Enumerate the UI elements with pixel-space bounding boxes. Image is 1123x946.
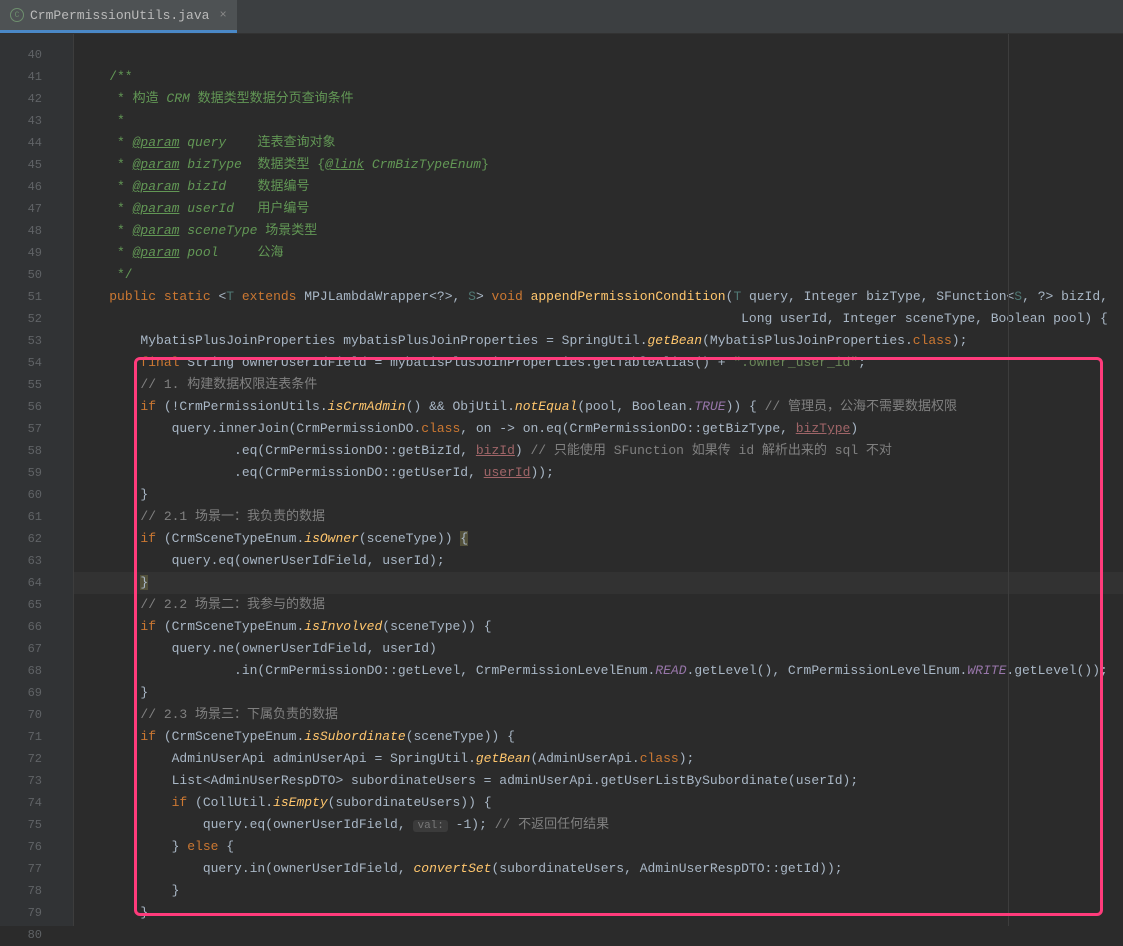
line-number: 61 (0, 506, 60, 528)
code-line: * @param query 连表查询对象 (74, 132, 1123, 154)
line-number: 74 (0, 792, 60, 814)
code-line: public static <T extends MPJLambdaWrappe… (74, 286, 1123, 308)
line-number: 66 (0, 616, 60, 638)
line-number: 76 (0, 836, 60, 858)
line-number: 45 (0, 154, 60, 176)
line-number: 77 (0, 858, 60, 880)
line-number: 80 (0, 924, 60, 946)
line-number: 67 (0, 638, 60, 660)
code-line: if (CollUtil.isEmpty(subordinateUsers)) … (74, 792, 1123, 814)
line-number: 55 (0, 374, 60, 396)
line-number: 56 (0, 396, 60, 418)
code-line: } (74, 880, 1123, 902)
code-line: } (74, 902, 1123, 924)
line-number: 40 (0, 44, 60, 66)
code-line: * @param pool 公海 (74, 242, 1123, 264)
code-line: .eq(CrmPermissionDO::getBizId, bizId) //… (74, 440, 1123, 462)
line-number: 69 (0, 682, 60, 704)
code-line: // 2.1 场景一：我负责的数据 (74, 506, 1123, 528)
line-number: 72 (0, 748, 60, 770)
code-area[interactable]: /** * 构造 CRM 数据类型数据分页查询条件 * * @param que… (74, 34, 1123, 926)
code-line: if (CrmSceneTypeEnum.isInvolved(sceneTyp… (74, 616, 1123, 638)
line-number: 46 (0, 176, 60, 198)
code-line: query.innerJoin(CrmPermissionDO.class, o… (74, 418, 1123, 440)
line-number: 49 (0, 242, 60, 264)
line-number: 41 (0, 66, 60, 88)
line-number: 78 (0, 880, 60, 902)
tab-bar: C CrmPermissionUtils.java × (0, 0, 1123, 34)
code-line: .in(CrmPermissionDO::getLevel, CrmPermis… (74, 660, 1123, 682)
code-line: if (CrmSceneTypeEnum.isOwner(sceneType))… (74, 528, 1123, 550)
line-number: 79 (0, 902, 60, 924)
code-line: * (74, 110, 1123, 132)
line-number: 48 (0, 220, 60, 242)
close-icon[interactable]: × (219, 8, 226, 22)
code-line: query.ne(ownerUserIdField, userId) (74, 638, 1123, 660)
line-number: 51 (0, 286, 60, 308)
code-line: AdminUserApi adminUserApi = SpringUtil.g… (74, 748, 1123, 770)
code-line: // 1. 构建数据权限连表条件 (74, 374, 1123, 396)
line-number: 63 (0, 550, 60, 572)
tab-filename: CrmPermissionUtils.java (30, 8, 209, 23)
code-line: * @param bizType 数据类型 {@link CrmBizTypeE… (74, 154, 1123, 176)
code-line: if (CrmSceneTypeEnum.isSubordinate(scene… (74, 726, 1123, 748)
code-line (74, 924, 1123, 946)
line-number: 75 (0, 814, 60, 836)
line-number-gutter: 4041424344454647484950515253545556575859… (0, 34, 60, 926)
line-number: 64 (0, 572, 60, 594)
code-line: final String ownerUserIdField = mybatisP… (74, 352, 1123, 374)
line-number: 53 (0, 330, 60, 352)
line-number: 47 (0, 198, 60, 220)
code-line: query.in(ownerUserIdField, convertSet(su… (74, 858, 1123, 880)
line-number: 58 (0, 440, 60, 462)
code-line: MybatisPlusJoinProperties mybatisPlusJoi… (74, 330, 1123, 352)
code-line: .eq(CrmPermissionDO::getUserId, userId))… (74, 462, 1123, 484)
line-number: 65 (0, 594, 60, 616)
line-number: 43 (0, 110, 60, 132)
line-number: 73 (0, 770, 60, 792)
code-line: * @param bizId 数据编号 (74, 176, 1123, 198)
code-line: } (74, 484, 1123, 506)
editor: 4041424344454647484950515253545556575859… (0, 34, 1123, 926)
code-line: } (74, 682, 1123, 704)
code-line: List<AdminUserRespDTO> subordinateUsers … (74, 770, 1123, 792)
code-line: * @param userId 用户编号 (74, 198, 1123, 220)
code-line-current: } (74, 572, 1123, 594)
line-number: 50 (0, 264, 60, 286)
fold-bar (60, 34, 74, 926)
line-number: 59 (0, 462, 60, 484)
line-number: 57 (0, 418, 60, 440)
code-line: // 2.3 场景三：下属负责的数据 (74, 704, 1123, 726)
line-number: 60 (0, 484, 60, 506)
code-line: // 2.2 场景二：我参与的数据 (74, 594, 1123, 616)
code-line: query.eq(ownerUserIdField, val: -1); // … (74, 814, 1123, 836)
java-class-icon: C (10, 8, 24, 22)
line-number: 70 (0, 704, 60, 726)
line-number: 52 (0, 308, 60, 330)
right-margin-guide (1008, 34, 1009, 926)
line-number: 68 (0, 660, 60, 682)
line-number: 71 (0, 726, 60, 748)
code-line: * 构造 CRM 数据类型数据分页查询条件 (74, 88, 1123, 110)
code-line: query.eq(ownerUserIdField, userId); (74, 550, 1123, 572)
line-number: 42 (0, 88, 60, 110)
code-line: } else { (74, 836, 1123, 858)
code-line: if (!CrmPermissionUtils.isCrmAdmin() && … (74, 396, 1123, 418)
line-number: 44 (0, 132, 60, 154)
code-line (74, 44, 1123, 66)
line-number: 62 (0, 528, 60, 550)
code-line: Long userId, Integer sceneType, Boolean … (74, 308, 1123, 330)
code-line: * @param sceneType 场景类型 (74, 220, 1123, 242)
code-line: /** (74, 66, 1123, 88)
code-line: */ (74, 264, 1123, 286)
line-number: 54 (0, 352, 60, 374)
file-tab[interactable]: C CrmPermissionUtils.java × (0, 0, 237, 33)
